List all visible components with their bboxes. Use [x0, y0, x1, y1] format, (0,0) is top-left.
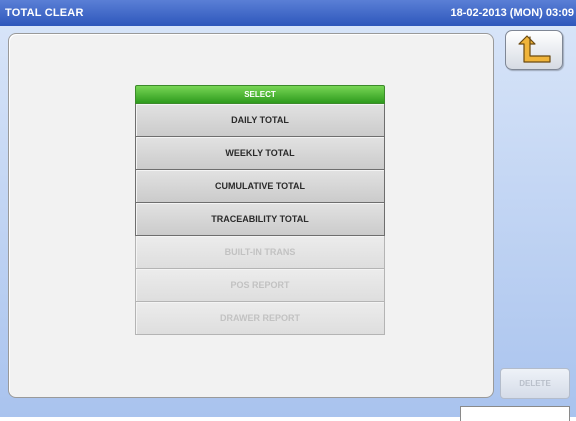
title-bar: TOTAL CLEAR 18-02-2013 (MON) 03:09 — [0, 0, 576, 26]
built-in-trans-button: BUILT-IN TRANS — [135, 236, 385, 269]
return-arrow-icon — [518, 35, 551, 63]
back-button[interactable] — [505, 30, 563, 70]
select-menu: SELECT DAILY TOTAL WEEKLY TOTAL CUMULATI… — [135, 85, 385, 335]
cumulative-total-button[interactable]: CUMULATIVE TOTAL — [135, 170, 385, 203]
date-time: 18-02-2013 (MON) 03:09 — [450, 7, 574, 19]
pos-report-button: POS REPORT — [135, 269, 385, 302]
weekly-total-button[interactable]: WEEKLY TOTAL — [135, 137, 385, 170]
main-screen: SELECT DAILY TOTAL WEEKLY TOTAL CUMULATI… — [0, 26, 576, 417]
screen-title: TOTAL CLEAR — [5, 7, 84, 19]
traceability-total-button[interactable]: TRACEABILITY TOTAL — [135, 203, 385, 236]
status-box — [460, 406, 570, 421]
daily-total-button[interactable]: DAILY TOTAL — [135, 104, 385, 137]
select-header: SELECT — [135, 85, 385, 104]
delete-button[interactable]: DELETE — [500, 368, 570, 399]
drawer-report-button: DRAWER REPORT — [135, 302, 385, 335]
content-panel: SELECT DAILY TOTAL WEEKLY TOTAL CUMULATI… — [8, 33, 494, 398]
